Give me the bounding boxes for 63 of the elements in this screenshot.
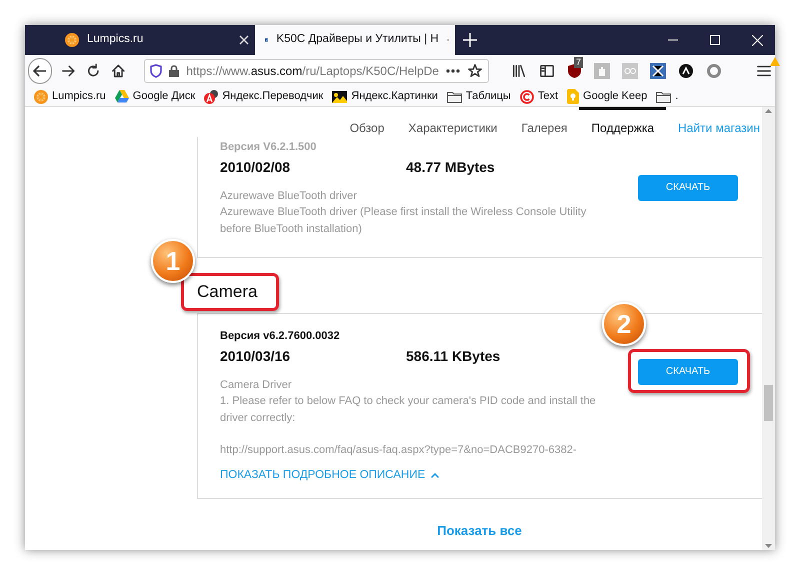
folder-icon — [656, 90, 672, 102]
tab-title: K50C Драйверы и Утилиты | H — [276, 32, 439, 48]
step-marker: 2 — [602, 302, 646, 346]
version-label: Версия v6.2.7600.0032 — [220, 329, 341, 344]
menu-icon[interactable] — [756, 63, 772, 79]
step-marker: 1 — [151, 239, 195, 283]
bookmark-item[interactable]: Яндекс.Переводчик — [204, 88, 324, 105]
file-size: 586.11 KBytes — [406, 346, 500, 366]
citrus-slice-icon — [65, 33, 79, 47]
scrollbar-thumb[interactable] — [764, 385, 773, 421]
ring-icon[interactable] — [706, 63, 722, 79]
extension-icon[interactable] — [650, 63, 666, 79]
bookmark-item[interactable]: Google Keep — [567, 88, 648, 105]
driver-description: Azurewave BlueTooth driver — [220, 188, 358, 204]
home-icon[interactable] — [110, 62, 126, 80]
star-icon[interactable] — [466, 63, 483, 79]
maximize-icon[interactable] — [710, 35, 720, 45]
library-icon[interactable] — [510, 63, 527, 79]
citrus-slice-icon — [34, 90, 48, 104]
left-arrow-icon — [33, 64, 48, 78]
version-label: Версия V6.2.1.500 — [220, 140, 318, 155]
padlock-icon — [169, 65, 180, 77]
plus-icon[interactable] — [463, 33, 477, 47]
tab-title: Lumpics.ru — [87, 32, 144, 48]
caret-down-icon[interactable] — [765, 544, 772, 548]
section-heading: Camera — [197, 280, 258, 303]
letter-a-icon — [204, 90, 218, 104]
extension-badge: 7 — [574, 57, 583, 68]
url-text: https://www.asus.com/ru/Laptops/K50C/HelpDe — [186, 63, 439, 80]
site-nav-tab[interactable]: Галерея — [509, 107, 580, 137]
circled-c-icon — [520, 90, 534, 104]
picture-icon — [332, 90, 348, 102]
bookmark-item[interactable]: Lumpics.ru — [34, 88, 106, 105]
browser-tab[interactable]: K50C Драйверы и Утилиты | H — [255, 25, 455, 55]
bookmark-item[interactable]: Text — [520, 88, 558, 105]
driver-description: 1. Please refer to below FAQ to check your camera's PID code and install the driver correctly: — [220, 394, 597, 426]
triangle-logo-icon — [114, 90, 129, 103]
release-date: 2010/03/16 — [220, 346, 292, 366]
site-nav-tab[interactable]: Характеристики — [396, 107, 510, 137]
close-icon[interactable] — [239, 35, 249, 45]
driver-description: Camera Driver — [220, 378, 293, 392]
site-nav-tab[interactable]: Обзор — [338, 107, 396, 137]
shield-icon — [150, 64, 162, 78]
address-bar[interactable]: https://www.asus.com/ru/Laptops/K50C/HelpDe — [144, 59, 489, 83]
minimize-icon[interactable] — [668, 39, 678, 41]
bookmark-item[interactable]: Таблицы — [446, 88, 511, 105]
caret-up-icon — [431, 472, 440, 478]
site-nav-tab[interactable]: Поддержка — [579, 107, 666, 137]
file-size: 48.77 MBytes — [406, 158, 495, 177]
release-date: 2010/02/08 — [220, 158, 292, 176]
bookmark-item[interactable]: . — [656, 88, 678, 105]
more-dots-icon[interactable] — [446, 69, 460, 73]
browser-tab[interactable]: Lumpics.ru — [55, 25, 255, 55]
faq-url: http://support.asus.com/faq/asus-faq.aspx?type=7&no=DACB9270-6382- — [220, 443, 578, 458]
driver-description: Azurewave BlueTooth driver (Please first install the Wireless Console Utility before BlueTooth installation) — [220, 205, 588, 236]
folder-icon — [446, 90, 462, 102]
caret-up-icon[interactable] — [765, 109, 772, 113]
sidebar-icon[interactable] — [538, 63, 555, 79]
warning-icon — [770, 57, 780, 66]
bookmark-item[interactable]: Google Диск — [114, 88, 196, 105]
bookmark-item[interactable]: Яндекс.Картинки — [332, 88, 438, 105]
scrollbar[interactable] — [762, 107, 775, 550]
back-button[interactable] — [28, 58, 52, 84]
